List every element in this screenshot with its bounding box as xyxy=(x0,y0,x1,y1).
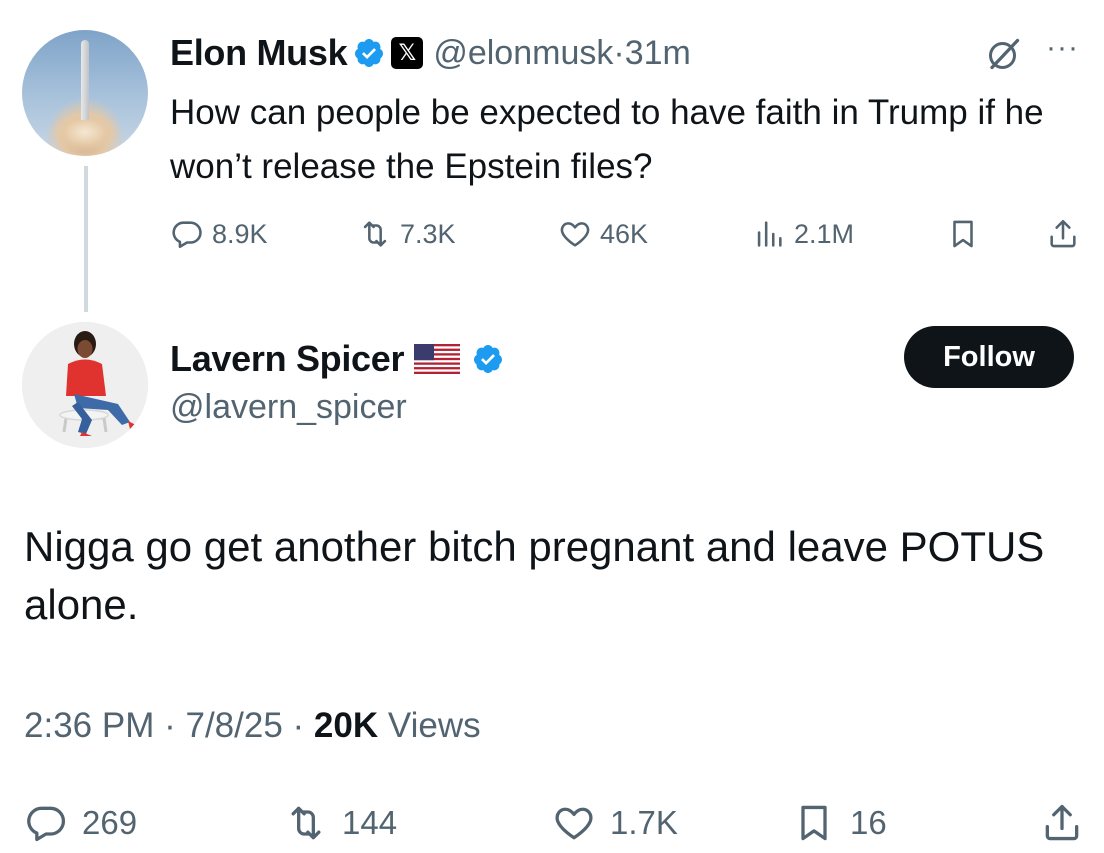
parent-repost-count: 7.3K xyxy=(400,218,456,249)
reply-tweet-text: Nigga go get another bitch pregnant and … xyxy=(24,523,1045,628)
parent-views-count: 2.1M xyxy=(794,218,855,249)
share-icon xyxy=(1045,804,1079,841)
parent-author-row: Elon Musk 𝕏 @elonmusk·31m xyxy=(170,28,691,78)
parent-author-name[interactable]: Elon Musk xyxy=(170,32,348,74)
parent-views-button[interactable]: 2.1M xyxy=(752,212,854,256)
reply-handle[interactable]: @lavern_spicer xyxy=(170,388,407,427)
reply-repost-button[interactable]: 144 xyxy=(284,796,397,850)
like-icon xyxy=(560,222,590,247)
reply-meta-row: 2:36 PM · 7/8/25 · 20K Views xyxy=(24,706,481,746)
repost-icon xyxy=(291,806,321,840)
avatar-photo xyxy=(22,322,148,448)
reply-repost-count: 144 xyxy=(342,804,398,841)
repost-icon xyxy=(363,221,387,247)
follow-button[interactable]: Follow xyxy=(904,326,1074,388)
lavern-avatar[interactable] xyxy=(22,322,148,448)
parent-time[interactable]: 31m xyxy=(625,34,691,72)
parent-tweet-text: How can people be expected to have faith… xyxy=(170,93,1044,186)
x-affiliate-icon: 𝕏 xyxy=(391,37,424,69)
views-icon xyxy=(757,221,782,247)
parent-handle-time: @elonmusk·31m xyxy=(433,34,691,73)
share-icon xyxy=(1050,219,1076,248)
reply-icon xyxy=(172,221,202,249)
parent-reply-button[interactable]: 8.9K xyxy=(170,212,268,256)
reply-author-name[interactable]: Lavern Spicer xyxy=(170,338,405,380)
parent-repost-button[interactable]: 7.3K xyxy=(358,212,456,256)
reply-like-button[interactable]: 1.7K xyxy=(552,796,678,850)
verified-badge-icon xyxy=(355,39,384,67)
bookmark-icon xyxy=(801,805,827,841)
meta-separator: · xyxy=(164,706,176,745)
parent-share-button[interactable] xyxy=(1046,212,1088,256)
reply-like-count: 1.7K xyxy=(610,804,678,841)
elon-avatar[interactable] xyxy=(22,30,148,156)
parent-action-bar: 8.9K 7.3K 46K 2.1M xyxy=(0,212,1104,256)
reply-reply-count: 269 xyxy=(82,804,138,841)
reply-bookmark-count: 16 xyxy=(850,804,887,841)
reply-date[interactable]: 7/8/25 xyxy=(185,706,282,745)
reply-views-label: Views xyxy=(387,706,481,745)
parent-separator: · xyxy=(613,33,625,72)
like-icon xyxy=(555,807,593,840)
parent-handle[interactable]: @elonmusk xyxy=(433,34,613,72)
reply-reply-button[interactable]: 269 xyxy=(24,796,137,850)
reply-icon xyxy=(27,806,66,842)
parent-reply-count: 8.9K xyxy=(212,218,268,249)
parent-bookmark-button[interactable] xyxy=(946,212,988,256)
grok-icon[interactable] xyxy=(986,36,1022,72)
reply-share-button[interactable] xyxy=(1040,796,1098,850)
reply-views-count: 20K xyxy=(313,706,379,745)
reply-time[interactable]: 2:36 PM xyxy=(24,706,154,745)
parent-like-button[interactable]: 46K xyxy=(558,212,648,256)
meta-separator: · xyxy=(292,706,305,745)
reply-author-row: Lavern Spicer xyxy=(170,334,504,384)
rocket-image xyxy=(81,40,89,120)
parent-like-count: 46K xyxy=(600,218,649,249)
bookmark-icon xyxy=(953,220,973,248)
more-icon[interactable]: ··· xyxy=(1046,33,1079,63)
reply-bookmark-button[interactable]: 16 xyxy=(792,796,887,850)
verified-badge-icon xyxy=(474,345,503,373)
us-flag-icon xyxy=(414,344,461,374)
